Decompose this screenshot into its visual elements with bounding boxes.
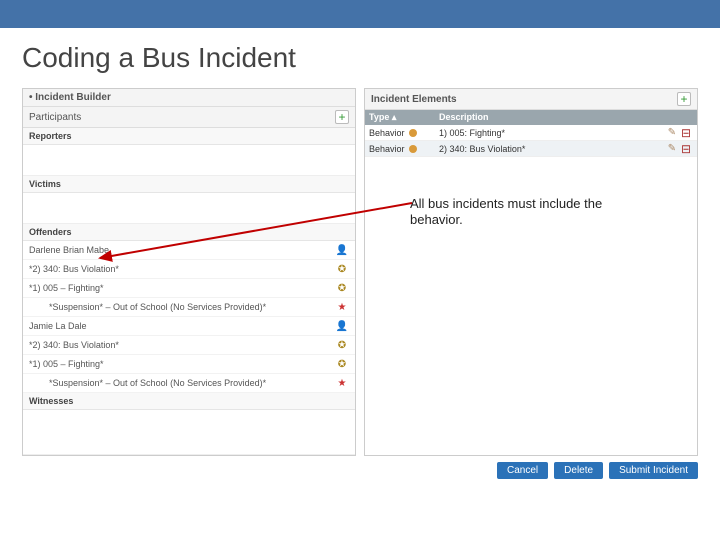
element-row[interactable]: Behavior 2) 340: Bus Violation* ✎ ⊟ — [365, 141, 697, 157]
elements-table-header: Type ▴ Description — [365, 110, 697, 125]
incident-builder-header: • Incident Builder — [23, 89, 355, 107]
participants-panel: • Incident Builder Participants + Report… — [22, 88, 356, 456]
slide-top-bar — [0, 0, 720, 28]
offender-detail-row[interactable]: *2) 340: Bus Violation* ✪ — [23, 336, 355, 355]
behavior-icon: ✪ — [335, 340, 349, 351]
person-icon: 👤 — [335, 245, 349, 256]
delete-icon[interactable]: ⊟ — [679, 144, 693, 154]
offender-detail-row[interactable]: *2) 340: Bus Violation* ✪ — [23, 260, 355, 279]
row-desc: 2) 340: Bus Violation* — [439, 144, 665, 154]
callout-text: All bus incidents must include the behav… — [410, 196, 640, 229]
offender-detail-row[interactable]: *Suspension* – Out of School (No Service… — [23, 298, 355, 317]
incident-builder-app: • Incident Builder Participants + Report… — [22, 88, 698, 456]
elements-empty-area — [365, 157, 697, 407]
behavior-icon: ✪ — [335, 264, 349, 275]
edit-icon[interactable]: ✎ — [665, 143, 679, 154]
element-row[interactable]: Behavior 1) 005: Fighting* ✎ ⊟ — [365, 125, 697, 141]
offender-row[interactable]: Darlene Brian Mabe 👤 — [23, 241, 355, 260]
cancel-button[interactable]: Cancel — [497, 462, 548, 479]
col-description: Description — [439, 112, 693, 123]
col-type: Type ▴ — [369, 112, 439, 123]
primary-icon — [409, 145, 417, 153]
reporters-empty — [23, 145, 355, 176]
submit-incident-button[interactable]: Submit Incident — [609, 462, 698, 479]
participants-header: Participants + — [23, 107, 355, 128]
offender-name: Darlene Brian Mabe — [29, 245, 335, 255]
offender-detail: *Suspension* – Out of School (No Service… — [29, 302, 335, 312]
incident-elements-panel: Incident Elements + Type ▴ Description B… — [364, 88, 698, 456]
row-type: Behavior — [369, 128, 405, 138]
offender-row[interactable]: Jamie La Dale 👤 — [23, 317, 355, 336]
delete-icon[interactable]: ⊟ — [679, 128, 693, 138]
reporters-header: Reporters — [23, 128, 355, 145]
participants-label: Participants — [29, 112, 81, 123]
behavior-icon: ✪ — [335, 283, 349, 294]
incident-elements-header: Incident Elements + — [365, 89, 697, 110]
offender-detail: *1) 005 – Fighting* — [29, 359, 335, 369]
person-icon: 👤 — [335, 321, 349, 332]
offender-detail: *Suspension* – Out of School (No Service… — [29, 378, 335, 388]
row-desc: 1) 005: Fighting* — [439, 128, 665, 138]
witnesses-empty — [23, 410, 355, 455]
offenders-header: Offenders — [23, 224, 355, 241]
primary-icon — [409, 129, 417, 137]
offender-detail-row[interactable]: *1) 005 – Fighting* ✪ — [23, 279, 355, 298]
offender-detail-row[interactable]: *1) 005 – Fighting* ✪ — [23, 355, 355, 374]
incident-elements-title: Incident Elements — [371, 94, 457, 105]
star-icon: ★ — [335, 378, 349, 389]
offender-detail-row[interactable]: *Suspension* – Out of School (No Service… — [23, 374, 355, 393]
add-element-button[interactable]: + — [677, 92, 691, 106]
victims-header: Victims — [23, 176, 355, 193]
star-icon: ★ — [335, 302, 349, 313]
victims-empty — [23, 193, 355, 224]
witnesses-header: Witnesses — [23, 393, 355, 410]
add-participant-button[interactable]: + — [335, 110, 349, 124]
offender-detail: *2) 340: Bus Violation* — [29, 264, 335, 274]
offender-detail: *1) 005 – Fighting* — [29, 283, 335, 293]
row-type: Behavior — [369, 144, 405, 154]
edit-icon[interactable]: ✎ — [665, 127, 679, 138]
button-bar: Cancel Delete Submit Incident — [22, 462, 698, 479]
behavior-icon: ✪ — [335, 359, 349, 370]
incident-builder-title: • Incident Builder — [29, 92, 111, 103]
slide-title: Coding a Bus Incident — [0, 28, 720, 80]
offender-detail: *2) 340: Bus Violation* — [29, 340, 335, 350]
delete-button[interactable]: Delete — [554, 462, 603, 479]
offender-name: Jamie La Dale — [29, 321, 335, 331]
